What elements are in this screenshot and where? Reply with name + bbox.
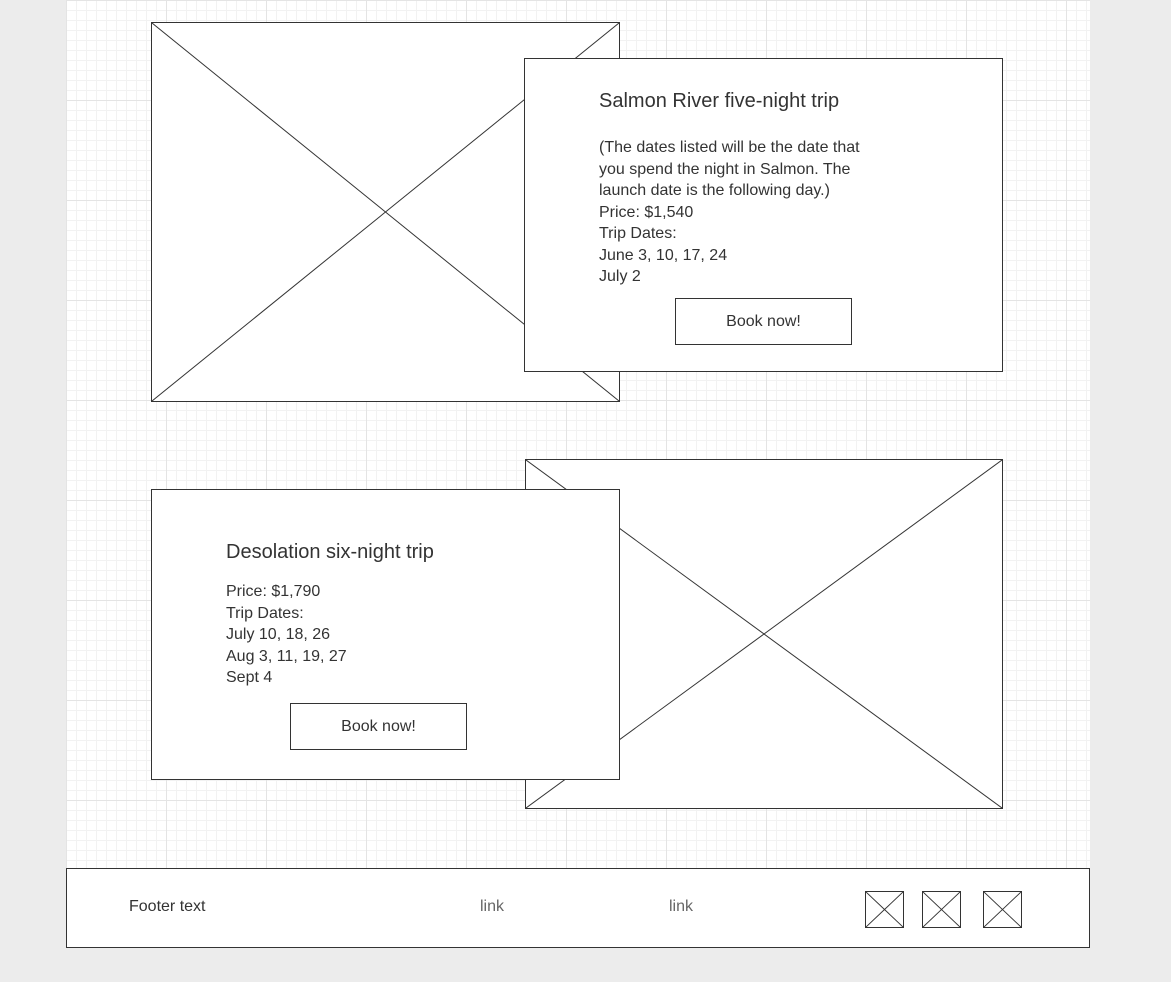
trip-dates-line: June 3, 10, 17, 24 (599, 246, 728, 264)
trip-note-line: (The dates listed will be the date that (599, 139, 860, 156)
trip-dates-line: Aug 3, 11, 19, 27 (226, 647, 347, 665)
social-icon-placeholder[interactable] (922, 891, 961, 928)
trip-details: Price: $1,790 Trip Dates: July 10, 18, 2… (226, 581, 556, 689)
trip-title: Desolation six-night trip (226, 541, 434, 563)
footer-link[interactable]: link (669, 898, 693, 916)
trip-price: Price: $1,540 (599, 203, 694, 221)
trip-dates-line: July 2 (599, 268, 641, 285)
trip-note-line: launch date is the following day.) (599, 182, 830, 199)
book-now-button[interactable]: Book now! (290, 703, 467, 750)
page-content: Salmon River five-night trip (The dates … (66, 0, 1090, 868)
footer-link[interactable]: link (480, 898, 504, 916)
book-now-button[interactable]: Book now! (675, 298, 852, 345)
footer: Footer text link link (66, 868, 1090, 948)
trip-title: Salmon River five-night trip (599, 90, 840, 112)
trip-dates-line: Sept 4 (226, 669, 273, 686)
trip-card-desolation: Desolation six-night trip Price: $1,790 … (151, 489, 620, 780)
trip-price: Price: $1,790 (226, 583, 321, 600)
social-icon-placeholder[interactable] (983, 891, 1022, 928)
social-icon-placeholder[interactable] (865, 891, 904, 928)
image-placeholder-icon (984, 892, 1021, 927)
trip-dates-label: Trip Dates: (226, 604, 304, 622)
trip-details: (The dates listed will be the date that … (599, 137, 929, 288)
footer-text: Footer text (129, 898, 206, 915)
trip-dates-line: July 10, 18, 26 (226, 626, 331, 643)
trip-dates-label: Trip Dates: (599, 225, 677, 242)
trip-card-salmon-river: Salmon River five-night trip (The dates … (524, 58, 1003, 372)
image-placeholder-icon (866, 892, 903, 927)
trip-note-line: you spend the night in Salmon. The (599, 160, 851, 178)
image-placeholder-icon (923, 892, 960, 927)
